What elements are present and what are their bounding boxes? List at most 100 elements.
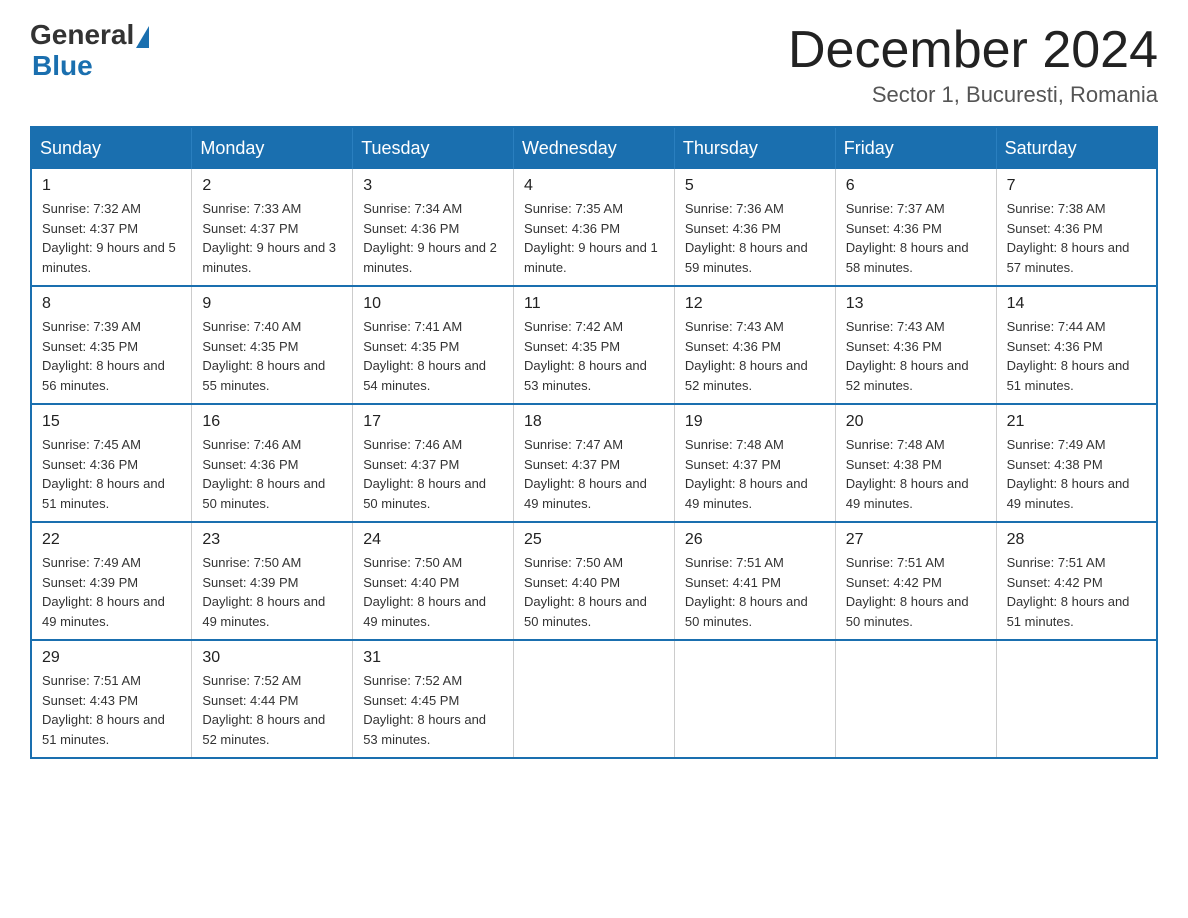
day-info: Sunrise: 7:50 AM Sunset: 4:40 PM Dayligh… xyxy=(524,553,664,631)
day-info: Sunrise: 7:46 AM Sunset: 4:37 PM Dayligh… xyxy=(363,435,503,513)
day-info: Sunrise: 7:32 AM Sunset: 4:37 PM Dayligh… xyxy=(42,199,181,277)
day-info: Sunrise: 7:39 AM Sunset: 4:35 PM Dayligh… xyxy=(42,317,181,395)
day-number: 17 xyxy=(363,413,503,431)
logo-general-label: General xyxy=(30,20,134,51)
cell-week1-day1: 2 Sunrise: 7:33 AM Sunset: 4:37 PM Dayli… xyxy=(192,169,353,286)
day-info: Sunrise: 7:41 AM Sunset: 4:35 PM Dayligh… xyxy=(363,317,503,395)
logo-triangle-icon xyxy=(136,26,149,48)
cell-week4-day4: 26 Sunrise: 7:51 AM Sunset: 4:41 PM Dayl… xyxy=(674,522,835,640)
col-sunday: Sunday xyxy=(31,127,192,169)
day-info: Sunrise: 7:37 AM Sunset: 4:36 PM Dayligh… xyxy=(846,199,986,277)
week-row-4: 22 Sunrise: 7:49 AM Sunset: 4:39 PM Dayl… xyxy=(31,522,1157,640)
day-info: Sunrise: 7:51 AM Sunset: 4:42 PM Dayligh… xyxy=(846,553,986,631)
day-number: 25 xyxy=(524,531,664,549)
calendar-location: Sector 1, Bucuresti, Romania xyxy=(788,82,1158,108)
calendar-table: Sunday Monday Tuesday Wednesday Thursday… xyxy=(30,126,1158,759)
cell-week4-day5: 27 Sunrise: 7:51 AM Sunset: 4:42 PM Dayl… xyxy=(835,522,996,640)
day-number: 14 xyxy=(1007,295,1146,313)
week-row-5: 29 Sunrise: 7:51 AM Sunset: 4:43 PM Dayl… xyxy=(31,640,1157,758)
day-number: 21 xyxy=(1007,413,1146,431)
day-info: Sunrise: 7:48 AM Sunset: 4:38 PM Dayligh… xyxy=(846,435,986,513)
day-info: Sunrise: 7:38 AM Sunset: 4:36 PM Dayligh… xyxy=(1007,199,1146,277)
day-number: 9 xyxy=(202,295,342,313)
cell-week4-day3: 25 Sunrise: 7:50 AM Sunset: 4:40 PM Dayl… xyxy=(514,522,675,640)
day-number: 13 xyxy=(846,295,986,313)
logo-blue-label: Blue xyxy=(30,51,149,82)
day-number: 11 xyxy=(524,295,664,313)
day-info: Sunrise: 7:52 AM Sunset: 4:45 PM Dayligh… xyxy=(363,671,503,749)
day-number: 31 xyxy=(363,649,503,667)
cell-week3-day2: 17 Sunrise: 7:46 AM Sunset: 4:37 PM Dayl… xyxy=(353,404,514,522)
day-info: Sunrise: 7:33 AM Sunset: 4:37 PM Dayligh… xyxy=(202,199,342,277)
week-row-1: 1 Sunrise: 7:32 AM Sunset: 4:37 PM Dayli… xyxy=(31,169,1157,286)
day-number: 5 xyxy=(685,177,825,195)
day-info: Sunrise: 7:42 AM Sunset: 4:35 PM Dayligh… xyxy=(524,317,664,395)
cell-week2-day2: 10 Sunrise: 7:41 AM Sunset: 4:35 PM Dayl… xyxy=(353,286,514,404)
day-number: 12 xyxy=(685,295,825,313)
cell-week5-day2: 31 Sunrise: 7:52 AM Sunset: 4:45 PM Dayl… xyxy=(353,640,514,758)
day-number: 6 xyxy=(846,177,986,195)
day-number: 4 xyxy=(524,177,664,195)
day-info: Sunrise: 7:51 AM Sunset: 4:41 PM Dayligh… xyxy=(685,553,825,631)
cell-week1-day2: 3 Sunrise: 7:34 AM Sunset: 4:36 PM Dayli… xyxy=(353,169,514,286)
day-info: Sunrise: 7:47 AM Sunset: 4:37 PM Dayligh… xyxy=(524,435,664,513)
cell-week3-day6: 21 Sunrise: 7:49 AM Sunset: 4:38 PM Dayl… xyxy=(996,404,1157,522)
cell-week3-day5: 20 Sunrise: 7:48 AM Sunset: 4:38 PM Dayl… xyxy=(835,404,996,522)
col-monday: Monday xyxy=(192,127,353,169)
cell-week1-day4: 5 Sunrise: 7:36 AM Sunset: 4:36 PM Dayli… xyxy=(674,169,835,286)
cell-week3-day4: 19 Sunrise: 7:48 AM Sunset: 4:37 PM Dayl… xyxy=(674,404,835,522)
cell-week4-day1: 23 Sunrise: 7:50 AM Sunset: 4:39 PM Dayl… xyxy=(192,522,353,640)
calendar-title: December 2024 xyxy=(788,20,1158,80)
day-number: 7 xyxy=(1007,177,1146,195)
day-number: 29 xyxy=(42,649,181,667)
day-info: Sunrise: 7:36 AM Sunset: 4:36 PM Dayligh… xyxy=(685,199,825,277)
cell-week4-day0: 22 Sunrise: 7:49 AM Sunset: 4:39 PM Dayl… xyxy=(31,522,192,640)
col-saturday: Saturday xyxy=(996,127,1157,169)
cell-week2-day6: 14 Sunrise: 7:44 AM Sunset: 4:36 PM Dayl… xyxy=(996,286,1157,404)
day-info: Sunrise: 7:35 AM Sunset: 4:36 PM Dayligh… xyxy=(524,199,664,277)
calendar-header-right: December 2024 Sector 1, Bucuresti, Roman… xyxy=(788,20,1158,108)
col-wednesday: Wednesday xyxy=(514,127,675,169)
day-info: Sunrise: 7:50 AM Sunset: 4:39 PM Dayligh… xyxy=(202,553,342,631)
day-info: Sunrise: 7:43 AM Sunset: 4:36 PM Dayligh… xyxy=(846,317,986,395)
day-info: Sunrise: 7:43 AM Sunset: 4:36 PM Dayligh… xyxy=(685,317,825,395)
day-number: 10 xyxy=(363,295,503,313)
day-number: 26 xyxy=(685,531,825,549)
day-number: 1 xyxy=(42,177,181,195)
day-number: 20 xyxy=(846,413,986,431)
cell-week3-day3: 18 Sunrise: 7:47 AM Sunset: 4:37 PM Dayl… xyxy=(514,404,675,522)
cell-week1-day6: 7 Sunrise: 7:38 AM Sunset: 4:36 PM Dayli… xyxy=(996,169,1157,286)
logo-container: General Blue xyxy=(30,20,149,82)
cell-week2-day1: 9 Sunrise: 7:40 AM Sunset: 4:35 PM Dayli… xyxy=(192,286,353,404)
day-info: Sunrise: 7:34 AM Sunset: 4:36 PM Dayligh… xyxy=(363,199,503,277)
day-number: 28 xyxy=(1007,531,1146,549)
day-number: 27 xyxy=(846,531,986,549)
day-number: 3 xyxy=(363,177,503,195)
cell-week5-day0: 29 Sunrise: 7:51 AM Sunset: 4:43 PM Dayl… xyxy=(31,640,192,758)
day-number: 19 xyxy=(685,413,825,431)
cell-week5-day1: 30 Sunrise: 7:52 AM Sunset: 4:44 PM Dayl… xyxy=(192,640,353,758)
col-tuesday: Tuesday xyxy=(353,127,514,169)
calendar-header-row: Sunday Monday Tuesday Wednesday Thursday… xyxy=(31,127,1157,169)
day-info: Sunrise: 7:51 AM Sunset: 4:43 PM Dayligh… xyxy=(42,671,181,749)
cell-week5-day4 xyxy=(674,640,835,758)
cell-week5-day6 xyxy=(996,640,1157,758)
cell-week1-day3: 4 Sunrise: 7:35 AM Sunset: 4:36 PM Dayli… xyxy=(514,169,675,286)
day-info: Sunrise: 7:48 AM Sunset: 4:37 PM Dayligh… xyxy=(685,435,825,513)
cell-week5-day5 xyxy=(835,640,996,758)
col-thursday: Thursday xyxy=(674,127,835,169)
day-info: Sunrise: 7:44 AM Sunset: 4:36 PM Dayligh… xyxy=(1007,317,1146,395)
cell-week3-day0: 15 Sunrise: 7:45 AM Sunset: 4:36 PM Dayl… xyxy=(31,404,192,522)
cell-week1-day5: 6 Sunrise: 7:37 AM Sunset: 4:36 PM Dayli… xyxy=(835,169,996,286)
day-info: Sunrise: 7:46 AM Sunset: 4:36 PM Dayligh… xyxy=(202,435,342,513)
cell-week4-day6: 28 Sunrise: 7:51 AM Sunset: 4:42 PM Dayl… xyxy=(996,522,1157,640)
cell-week4-day2: 24 Sunrise: 7:50 AM Sunset: 4:40 PM Dayl… xyxy=(353,522,514,640)
day-number: 22 xyxy=(42,531,181,549)
cell-week2-day0: 8 Sunrise: 7:39 AM Sunset: 4:35 PM Dayli… xyxy=(31,286,192,404)
day-info: Sunrise: 7:52 AM Sunset: 4:44 PM Dayligh… xyxy=(202,671,342,749)
day-number: 18 xyxy=(524,413,664,431)
week-row-3: 15 Sunrise: 7:45 AM Sunset: 4:36 PM Dayl… xyxy=(31,404,1157,522)
col-friday: Friday xyxy=(835,127,996,169)
day-number: 30 xyxy=(202,649,342,667)
day-info: Sunrise: 7:51 AM Sunset: 4:42 PM Dayligh… xyxy=(1007,553,1146,631)
